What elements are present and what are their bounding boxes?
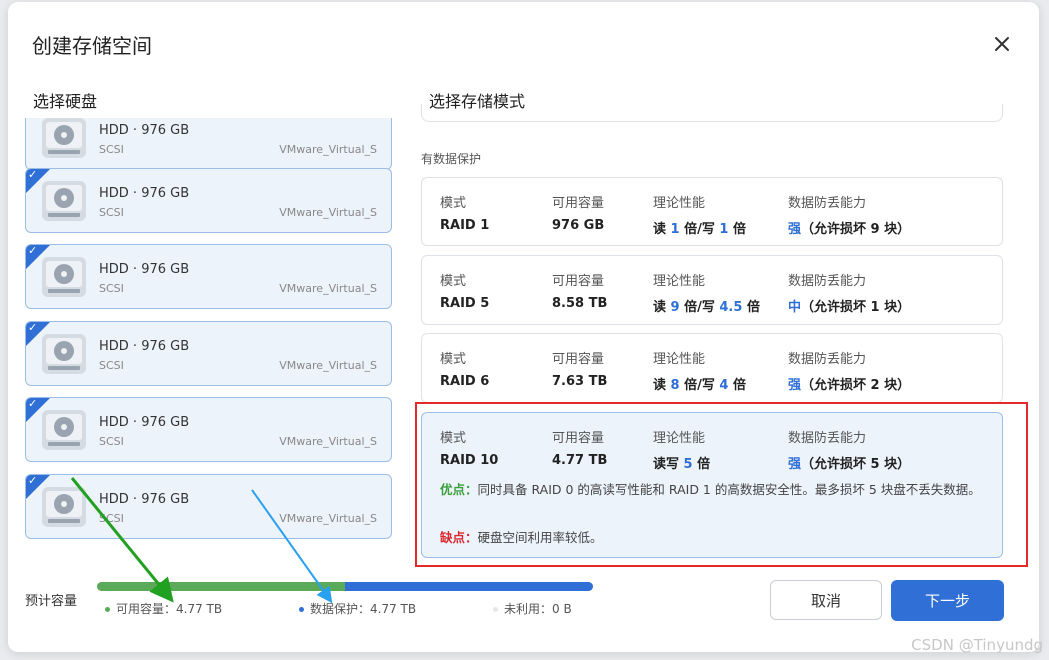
mode-card-partial xyxy=(421,104,1003,122)
highlight-annotation-box xyxy=(415,402,1028,567)
checkmark-icon: ✓ xyxy=(28,397,38,410)
legend-dot xyxy=(299,607,304,612)
disk-card[interactable]: HDD · 976 GB SCSI VMware_Virtual_S ✓ xyxy=(25,168,392,233)
mode-capacity: 976 GB xyxy=(552,218,605,233)
mode-name: RAID 5 xyxy=(440,296,490,311)
hdd-icon xyxy=(40,118,88,160)
disk-model: VMware_Virtual_S xyxy=(279,512,377,525)
raid-mode-card[interactable]: 模式 可用容量 理论性能 数据防丢能力 RAID 1 976 GB 读 1 倍/写 1 倍 强… xyxy=(421,177,1003,246)
disk-model: VMware_Virtual_S xyxy=(279,435,377,448)
disk-card[interactable]: HDD · 976 GB SCSI VMware_Virtual_S ✓ xyxy=(25,397,392,462)
header-performance: 理论性能 xyxy=(653,196,706,211)
disk-model: VMware_Virtual_S xyxy=(279,359,377,372)
disk-bus: SCSI xyxy=(99,512,124,525)
mode-performance: 读 8 倍/写 4 倍 xyxy=(653,378,746,393)
raid-mode-card[interactable]: 模式 可用容量 理论性能 数据防丢能力 RAID 6 7.63 TB 读 8 倍/写 4 倍… xyxy=(421,333,1003,403)
header-capacity: 可用容量 xyxy=(552,352,605,367)
disk-name: HDD · 976 GB xyxy=(99,415,190,430)
mode-performance: 读 9 倍/写 4.5 倍 xyxy=(653,300,760,315)
mode-name: RAID 1 xyxy=(440,218,490,233)
header-mode: 模式 xyxy=(440,352,467,367)
disk-bus: SCSI xyxy=(99,282,124,295)
disk-name: HDD · 976 GB xyxy=(99,262,190,277)
capacity-protected-segment xyxy=(345,582,593,591)
disk-card[interactable]: HDD · 976 GB SCSI VMware_Virtual_S ✓ xyxy=(25,244,392,309)
disk-card[interactable]: HDD · 976 GB SCSI VMware_Virtual_S ✓ xyxy=(25,321,392,386)
header-protection: 数据防丢能力 xyxy=(788,352,867,367)
disk-name: HDD · 976 GB xyxy=(99,186,190,201)
header-performance: 理论性能 xyxy=(653,274,706,289)
checkmark-icon: ✓ xyxy=(28,474,38,487)
disk-bus: SCSI xyxy=(99,359,124,372)
disks-section-title: 选择硬盘 xyxy=(33,92,98,111)
close-icon[interactable] xyxy=(991,33,1013,55)
header-protection: 数据防丢能力 xyxy=(788,196,867,211)
capacity-label: 预计容量 xyxy=(25,594,78,609)
header-capacity: 可用容量 xyxy=(552,274,605,289)
disk-bus: SCSI xyxy=(99,206,124,219)
mode-capacity: 7.63 TB xyxy=(552,374,608,389)
legend-protection: 数据保护：4.77 TB xyxy=(299,600,416,617)
checkmark-icon: ✓ xyxy=(28,244,38,257)
checkmark-icon: ✓ xyxy=(28,168,38,181)
mode-capacity: 8.58 TB xyxy=(552,296,608,311)
disk-bus: SCSI xyxy=(99,435,124,448)
group-label: 有数据保护 xyxy=(421,152,482,166)
mode-performance: 读 1 倍/写 1 倍 xyxy=(653,222,746,237)
cancel-button[interactable]: 取消 xyxy=(770,580,882,620)
mode-protection: 中（允许损坏 1 块） xyxy=(788,300,911,315)
legend-dot xyxy=(493,607,498,612)
disk-card[interactable]: HDD · 976 GB SCSI VMware_Virtual_S xyxy=(25,118,392,170)
mode-protection: 强（允许损坏 2 块） xyxy=(788,378,911,393)
capacity-bar xyxy=(97,582,593,591)
disk-model: VMware_Virtual_S xyxy=(279,282,377,295)
header-performance: 理论性能 xyxy=(653,352,706,367)
legend-available: 可用容量：4.77 TB xyxy=(105,600,222,617)
dialog-title: 创建存储空间 xyxy=(32,34,152,58)
capacity-used-segment xyxy=(97,582,345,591)
legend-unused: 未利用：0 B xyxy=(493,600,572,617)
header-mode: 模式 xyxy=(440,274,467,289)
legend-dot xyxy=(105,607,110,612)
raid-mode-card[interactable]: 模式 可用容量 理论性能 数据防丢能力 RAID 5 8.58 TB 读 9 倍/写 4.5… xyxy=(421,255,1003,325)
header-capacity: 可用容量 xyxy=(552,196,605,211)
disk-card[interactable]: HDD · 976 GB SCSI VMware_Virtual_S ✓ xyxy=(25,474,392,539)
checkmark-icon: ✓ xyxy=(28,321,38,334)
header-protection: 数据防丢能力 xyxy=(788,274,867,289)
disk-name: HDD · 976 GB xyxy=(99,492,190,507)
disk-name: HDD · 976 GB xyxy=(99,339,190,354)
disk-model: VMware_Virtual_S xyxy=(279,143,377,156)
next-button[interactable]: 下一步 xyxy=(891,580,1004,621)
watermark: CSDN @Tinyundg xyxy=(911,636,1043,654)
disk-bus: SCSI xyxy=(99,143,124,156)
mode-name: RAID 6 xyxy=(440,374,490,389)
disk-list[interactable]: HDD · 976 GB SCSI VMware_Virtual_S HDD · 97… xyxy=(25,118,395,548)
mode-protection: 强（允许损坏 9 块） xyxy=(788,222,911,237)
disk-model: VMware_Virtual_S xyxy=(279,206,377,219)
header-mode: 模式 xyxy=(440,196,467,211)
disk-name: HDD · 976 GB xyxy=(99,123,190,138)
